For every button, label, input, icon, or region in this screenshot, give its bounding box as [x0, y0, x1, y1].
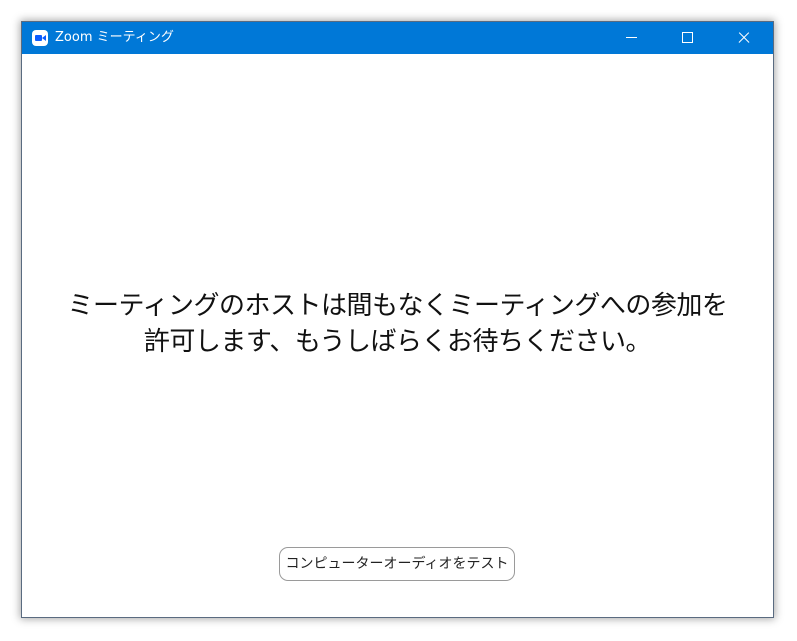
minimize-button[interactable] — [609, 22, 655, 54]
close-button[interactable] — [721, 22, 767, 54]
maximize-button[interactable] — [665, 22, 711, 54]
zoom-camera-icon — [32, 30, 48, 46]
minimize-icon — [626, 37, 637, 38]
waiting-message: ミーティングのホストは間もなくミーティングへの参加を 許可します、もうしばらくお… — [22, 288, 773, 360]
camera-lens — [42, 35, 46, 41]
zoom-window: Zoom ミーティング ミーティングのホストは間もなくミーティングへの参加を 許… — [21, 21, 774, 618]
camera-body — [35, 35, 42, 41]
maximize-icon — [682, 32, 693, 43]
window-title: Zoom ミーティング — [55, 30, 174, 45]
title-bar[interactable]: Zoom ミーティング — [22, 22, 773, 54]
close-icon — [737, 31, 751, 45]
waiting-message-line-1: ミーティングのホストは間もなくミーティングへの参加を — [67, 291, 728, 321]
test-computer-audio-button[interactable]: コンピューターオーディオをテスト — [279, 547, 515, 581]
waiting-message-line-2: 許可します、もうしばらくお待ちください。 — [143, 327, 652, 357]
